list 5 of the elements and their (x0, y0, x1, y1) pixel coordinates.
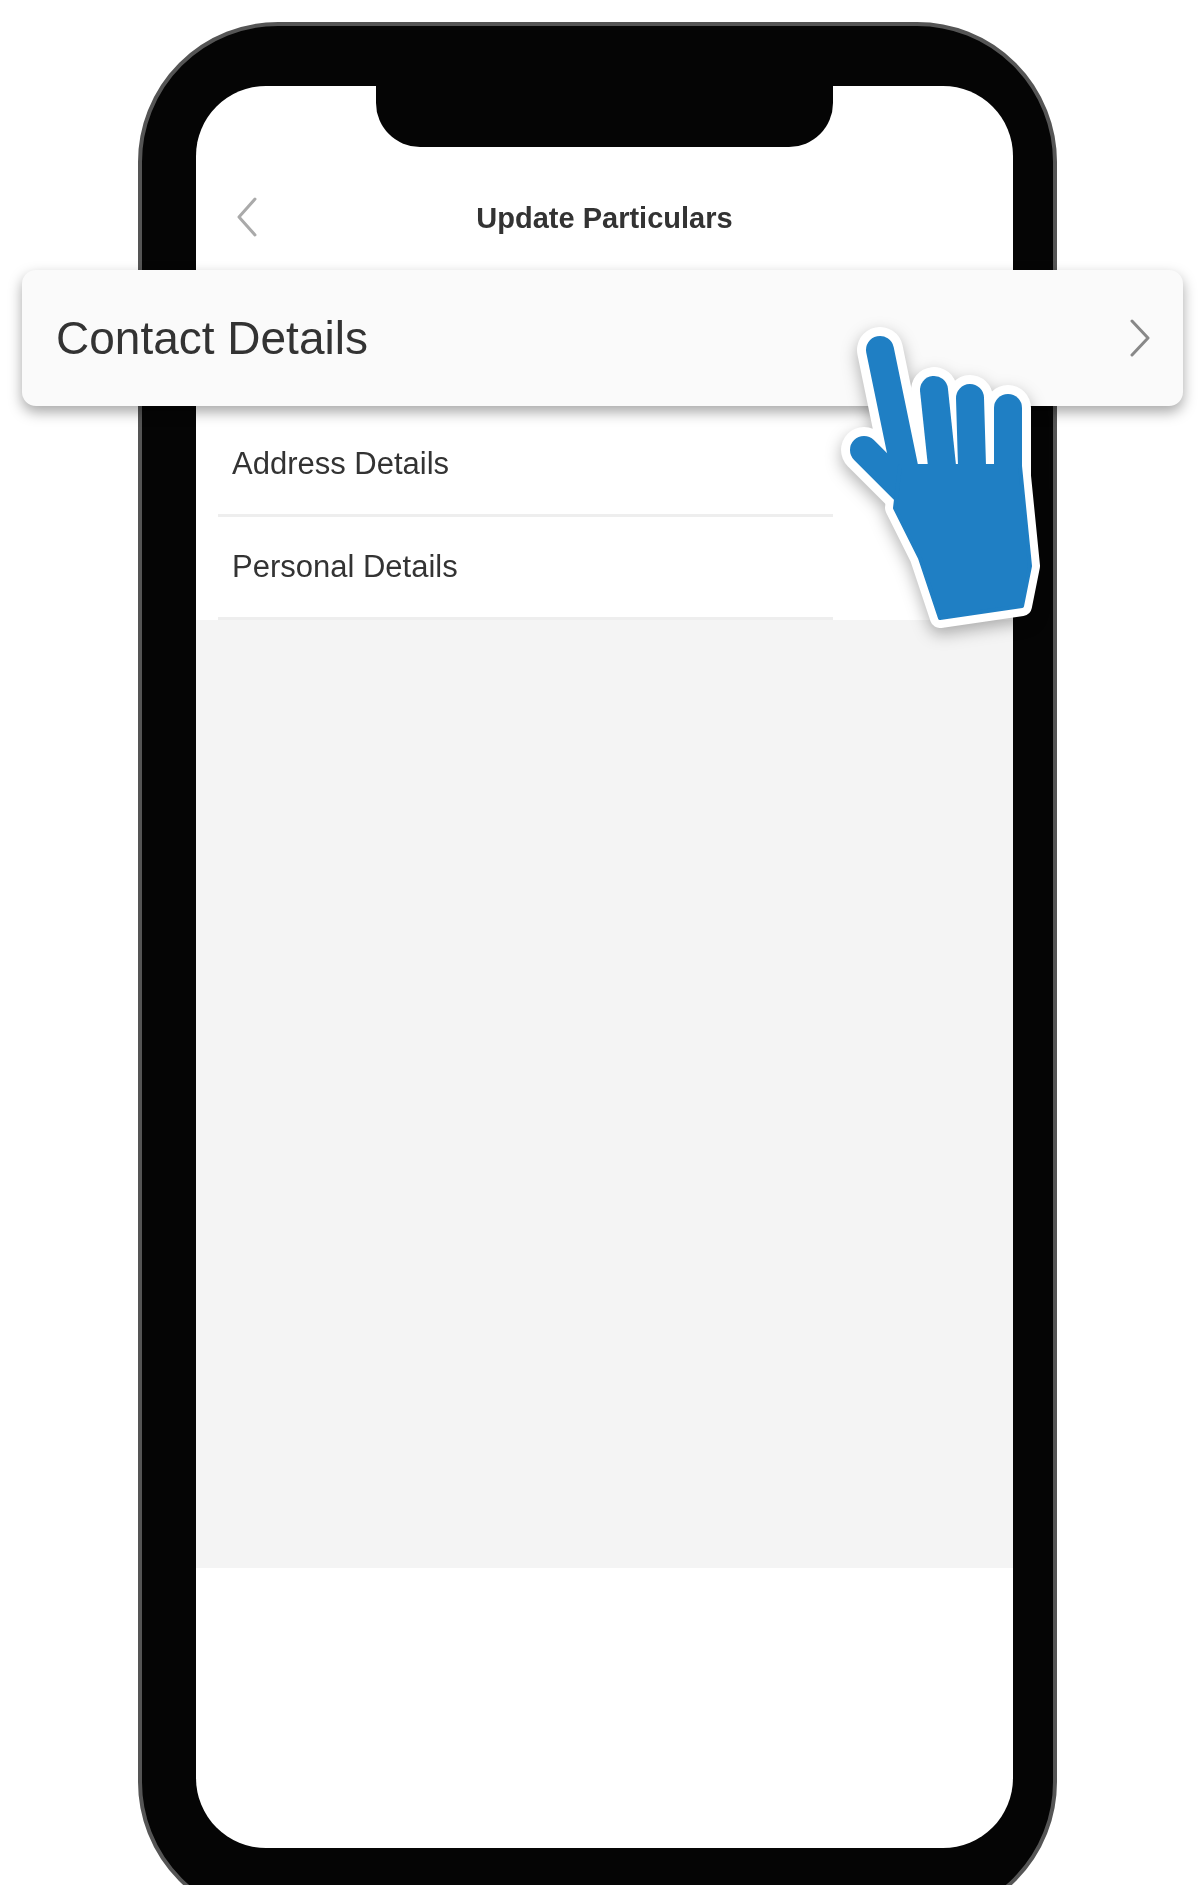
callout-label: Contact Details (56, 311, 368, 365)
screen-title: Update Particulars (476, 202, 733, 236)
menu-item[interactable]: Address Details (218, 414, 833, 517)
chevron-right-icon (1129, 319, 1151, 357)
menu-item-callout[interactable]: Contact Details (22, 270, 1183, 406)
